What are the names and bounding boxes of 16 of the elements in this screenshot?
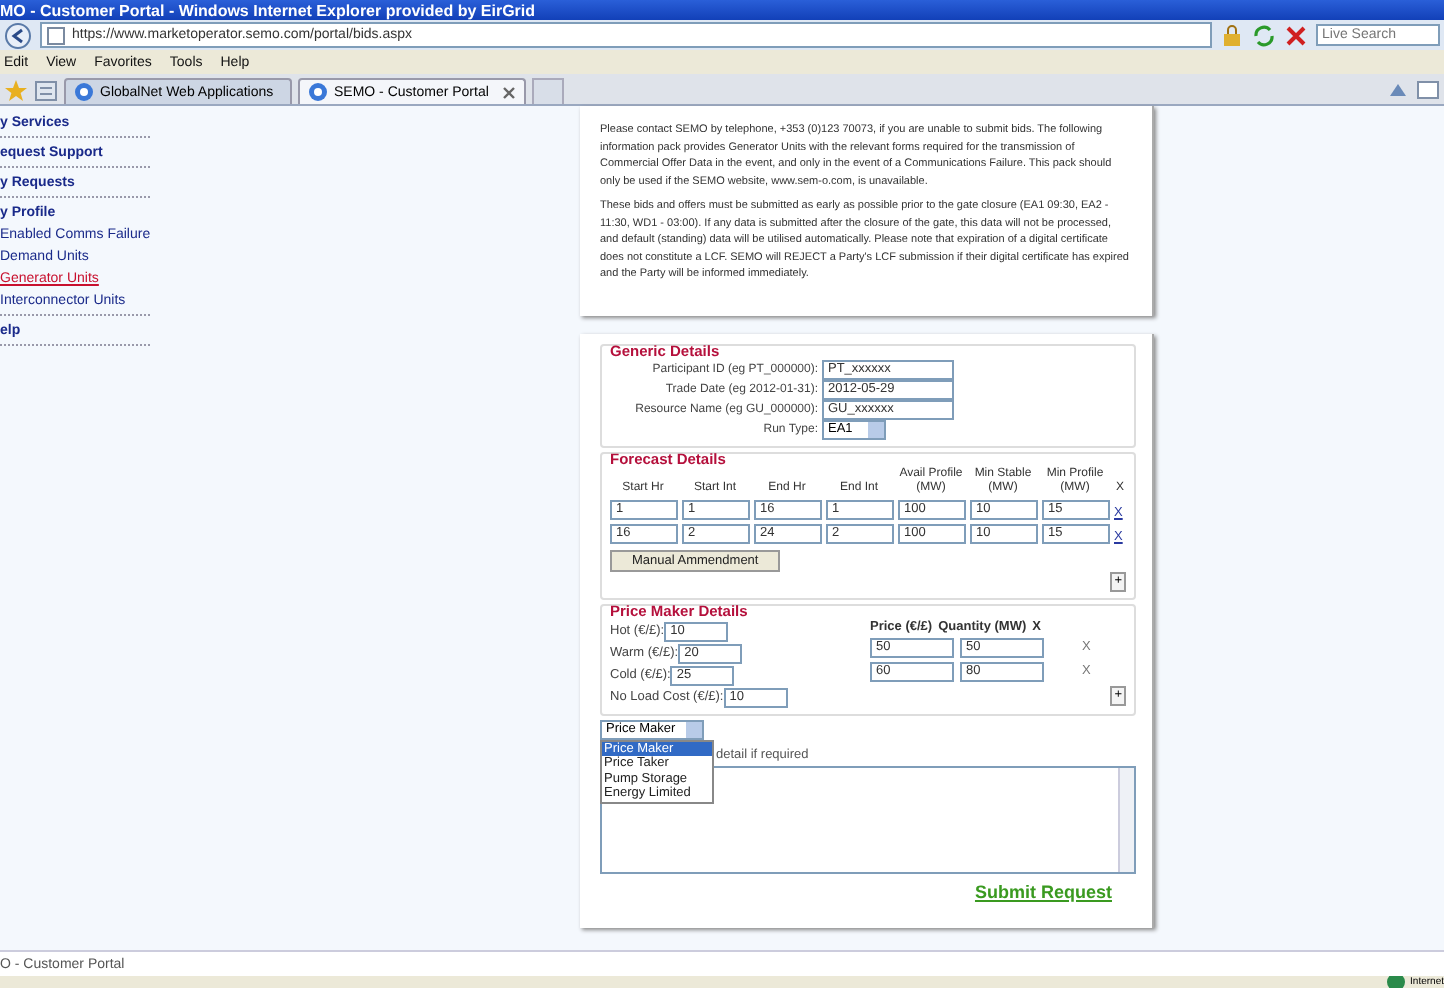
star-icon[interactable] xyxy=(4,77,28,101)
lock-icon xyxy=(1220,23,1244,47)
new-tab-button[interactable] xyxy=(532,78,564,104)
window-title: MO - Customer Portal - Windows Internet Explorer provided by EirGrid xyxy=(0,1,536,19)
submit-link[interactable]: Submit Request xyxy=(974,881,1112,901)
page-icon xyxy=(74,82,94,102)
close-icon[interactable] xyxy=(502,85,516,99)
text-area[interactable] xyxy=(600,765,1136,873)
tab-list-icon[interactable] xyxy=(34,77,58,101)
back-icon[interactable] xyxy=(4,21,32,49)
page-icon xyxy=(308,82,328,102)
page-menu-icon[interactable] xyxy=(1416,77,1440,101)
page-icon xyxy=(46,25,66,45)
scrollbar xyxy=(1118,767,1134,871)
refresh-icon[interactable] xyxy=(1252,23,1276,47)
stop-icon[interactable] xyxy=(1284,23,1308,47)
